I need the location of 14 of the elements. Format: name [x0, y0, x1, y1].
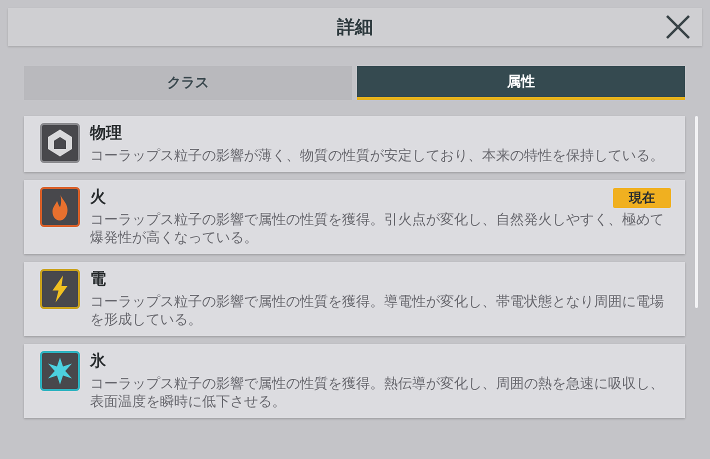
attribute-name: 氷 — [90, 351, 106, 372]
dialog-title: 詳細 — [337, 16, 373, 39]
close-button[interactable] — [664, 13, 692, 41]
attribute-name: 電 — [90, 269, 106, 290]
attribute-name: 火 — [90, 187, 106, 208]
current-badge: 現在 — [613, 188, 671, 208]
attribute-description: コーラップス粒子の影響で属性の性質を獲得。導電性が変化し、帯電状態となり周囲に電場を形成している。 — [90, 293, 665, 329]
attribute-description: コーラップス粒子の影響で属性の性質を獲得。熱伝導が変化し、周囲の熱を急速に吸収し、表面温度を瞬時に低下させる。 — [90, 375, 665, 411]
attribute-name: 物理 — [90, 123, 122, 144]
tab[interactable]: 属性 — [357, 66, 685, 100]
close-icon — [664, 13, 692, 41]
attribute-description: コーラップス粒子の影響が薄く、物質の性質が安定しており、本来の特性を保持している。 — [90, 147, 665, 165]
tab[interactable]: クラス — [24, 66, 352, 100]
attribute-description: コーラップス粒子の影響で属性の性質を獲得。引火点が変化し、自然発火しやすく、極めて爆発性が高くなっている。 — [90, 211, 665, 247]
